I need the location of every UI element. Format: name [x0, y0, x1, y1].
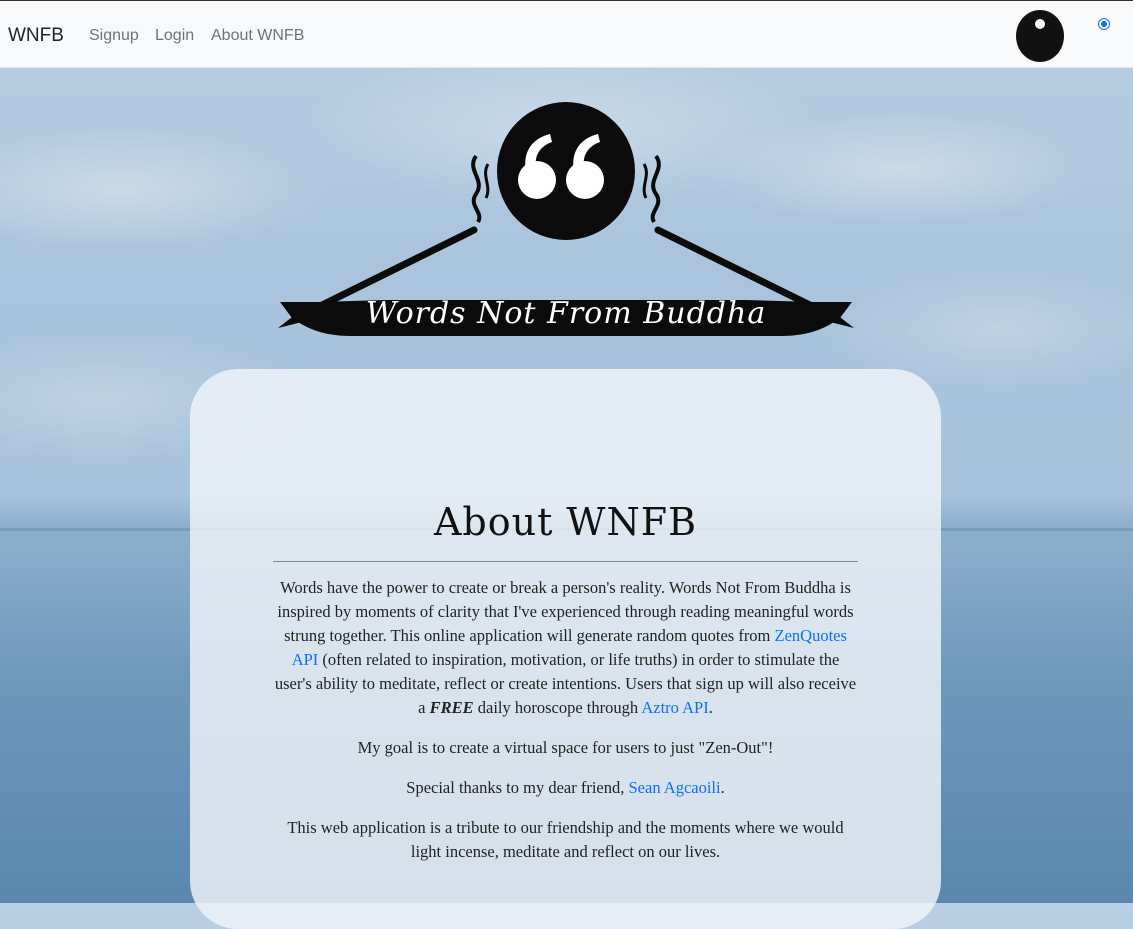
about-paragraph-2: My goal is to create a virtual space for… [357, 738, 774, 757]
about-paragraph-4: This web application is a tribute to our… [287, 818, 844, 861]
brand-link[interactable]: WNFB [8, 25, 64, 47]
wnfb-logo: Words Not From Buddha [278, 98, 854, 340]
about-paragraph-3: Special thanks to my dear friend, Sean A… [406, 778, 725, 797]
theme-toggle[interactable] [1016, 10, 1064, 62]
navbar: WNFB Signup Login About WNFB [0, 0, 1133, 68]
about-body: Words have the power to create or break … [273, 576, 858, 880]
free-emphasis: FREE [429, 698, 474, 717]
page-title: About WNFB [433, 500, 698, 544]
about-paragraph-1: Words have the power to create or break … [274, 578, 857, 717]
logo-text: Words Not From Buddha [365, 296, 767, 331]
nav-about[interactable]: About WNFB [211, 27, 304, 45]
aztro-link[interactable]: Aztro API [641, 698, 708, 717]
sean-link[interactable]: Sean Agcaoili [629, 778, 721, 797]
nav-login[interactable]: Login [155, 27, 194, 45]
radio-button[interactable] [1098, 18, 1110, 30]
divider [273, 561, 858, 562]
nav-signup[interactable]: Signup [89, 27, 139, 45]
about-card: About WNFB Words have the power to creat… [190, 369, 941, 929]
